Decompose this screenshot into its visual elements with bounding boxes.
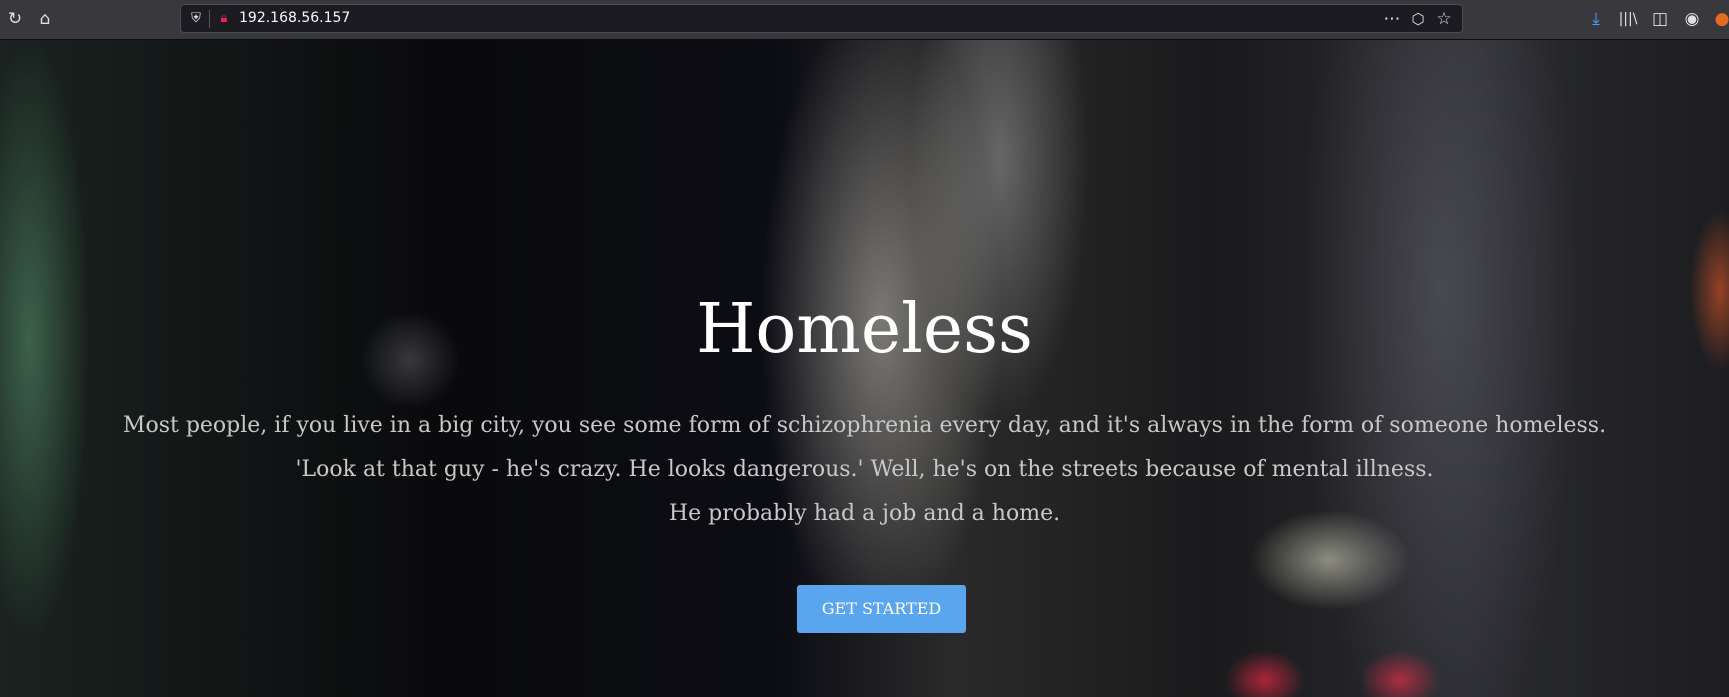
account-icon[interactable]: ◉ bbox=[1681, 8, 1703, 30]
browser-toolbar: ↻ ⌂ ⛨ 🔒︎ 192.168.56.157 ⋯ ⬡ ☆ ⤓ |||\ ◫ ◉… bbox=[0, 0, 1729, 40]
download-icon[interactable]: ⤓ bbox=[1585, 8, 1607, 30]
library-icon[interactable]: |||\ bbox=[1617, 8, 1639, 30]
url-text[interactable]: 192.168.56.157 bbox=[239, 10, 350, 26]
more-icon[interactable]: ⋯ bbox=[1381, 8, 1403, 30]
description-line: 'Look at that guy - he's crazy. He looks… bbox=[295, 457, 1434, 482]
pocket-icon[interactable]: ⬡ bbox=[1407, 8, 1429, 30]
address-bar[interactable]: ⛨ 🔒︎ 192.168.56.157 ⋯ ⬡ ☆ bbox=[180, 4, 1463, 33]
page-title: Homeless bbox=[696, 290, 1033, 369]
hero-description: Most people, if you live in a big city, … bbox=[0, 404, 1729, 536]
extension-icon[interactable]: ● bbox=[1711, 8, 1729, 30]
sidebar-icon[interactable]: ◫ bbox=[1649, 8, 1671, 30]
home-icon[interactable]: ⌂ bbox=[34, 8, 56, 30]
reload-icon[interactable]: ↻ bbox=[4, 8, 26, 30]
description-line: Most people, if you live in a big city, … bbox=[122, 413, 1607, 438]
star-icon[interactable]: ☆ bbox=[1433, 8, 1455, 30]
hero-section: Homeless Most people, if you live in a b… bbox=[0, 40, 1729, 697]
get-started-button[interactable]: GET STARTED bbox=[797, 585, 966, 633]
insecure-lock-icon[interactable]: 🔒︎ bbox=[213, 8, 235, 30]
description-line: He probably had a job and a home. bbox=[668, 501, 1061, 526]
divider bbox=[209, 10, 210, 28]
shield-icon[interactable]: ⛨ bbox=[185, 8, 207, 30]
